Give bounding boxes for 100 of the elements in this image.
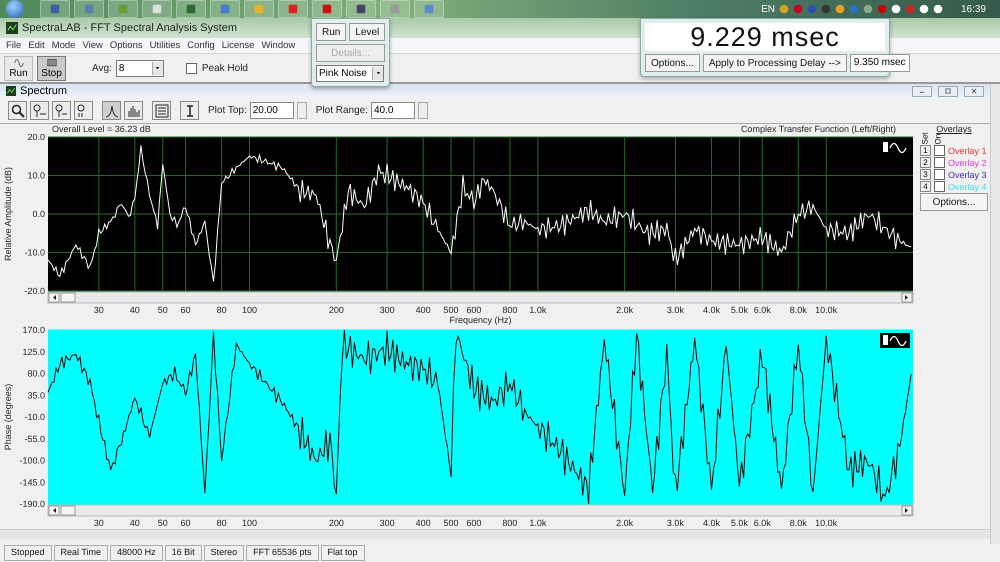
maximize-icon xyxy=(944,88,952,94)
checkbox-label: Peak Hold xyxy=(202,62,248,74)
app-icon xyxy=(6,22,18,34)
signal-dropdown[interactable]: Pink Noise xyxy=(316,65,384,82)
close-button[interactable] xyxy=(964,86,984,96)
tick-label: 40 xyxy=(130,518,140,528)
menu-item[interactable]: Mode xyxy=(52,40,76,51)
tick-label: 400 xyxy=(416,305,431,315)
caret-icon xyxy=(154,66,162,70)
taskbar-button[interactable] xyxy=(40,0,70,18)
app-icon xyxy=(50,4,60,14)
options-button[interactable]: Options... xyxy=(920,193,988,211)
tick-label: -10.0 xyxy=(24,248,45,258)
tray-icon xyxy=(806,4,817,14)
tray-icon xyxy=(932,4,943,14)
language-indicator[interactable]: EN xyxy=(761,4,775,14)
zoom-in-button[interactable] xyxy=(30,101,49,120)
status-cell: Stereo xyxy=(204,545,244,561)
menu-item[interactable]: Utilities xyxy=(150,40,180,51)
tray-icon xyxy=(820,4,831,14)
tray-icon xyxy=(918,4,929,14)
axis-label: Phase (degrees) xyxy=(3,384,13,450)
zoom-out-icon xyxy=(54,104,68,118)
checkbox[interactable] xyxy=(934,145,945,156)
checkbox[interactable] xyxy=(934,157,945,168)
checkbox[interactable] xyxy=(934,169,945,180)
apply-button[interactable]: Apply to Processing Delay --> xyxy=(702,54,847,72)
tick-label: 2.0k xyxy=(616,305,634,315)
mode-button[interactable]: Run xyxy=(4,56,33,80)
scroll-bar[interactable] xyxy=(48,292,914,304)
zoom-out-button[interactable] xyxy=(52,101,71,120)
menu-item[interactable]: Options xyxy=(110,40,143,51)
scroll-bar[interactable] xyxy=(990,84,1000,544)
tick-label: 80 xyxy=(216,518,227,528)
clock[interactable]: 16:39 xyxy=(960,4,986,14)
bar-mode-button[interactable] xyxy=(124,101,143,120)
status-cell: FFT 65536 pts xyxy=(246,545,318,561)
window-title: SpectraLAB - FFT Spectral Analysis System xyxy=(22,22,237,34)
taskbar-button[interactable] xyxy=(210,0,240,18)
status-cell: Real Time xyxy=(54,545,108,561)
menu-item[interactable]: View xyxy=(82,40,103,51)
mode-button[interactable]: Stop xyxy=(37,56,66,80)
zoom-button[interactable] xyxy=(8,101,27,120)
app-icon xyxy=(152,4,162,14)
menu-item[interactable]: Window xyxy=(261,40,296,51)
popup-button[interactable]: Run xyxy=(316,23,346,41)
taskbar-button[interactable] xyxy=(346,0,376,18)
menu-item[interactable]: License xyxy=(222,40,254,51)
zoom-in-icon xyxy=(32,104,46,118)
tray-icon xyxy=(862,4,873,14)
tick-label: 20.0 xyxy=(27,134,45,142)
tick-label: 10.0k xyxy=(815,518,838,528)
taskbar-button[interactable] xyxy=(176,0,206,18)
spin-buttons[interactable] xyxy=(418,102,428,119)
menu-item[interactable]: File xyxy=(6,40,22,51)
checkbox[interactable] xyxy=(186,62,197,74)
tick-label: 100 xyxy=(242,518,258,528)
window-title: Spectrum xyxy=(20,85,68,97)
close-icon xyxy=(970,88,978,94)
set-button[interactable]: 2 xyxy=(920,157,931,168)
set-button[interactable]: 4 xyxy=(920,181,931,192)
popup-button[interactable]: Level xyxy=(349,23,386,41)
tick-label: 200 xyxy=(328,305,344,315)
checkbox[interactable] xyxy=(934,181,945,192)
tick-label: -145.0 xyxy=(19,477,45,488)
menu-item[interactable]: Edit xyxy=(28,40,45,51)
app-icon xyxy=(6,86,16,96)
line-mode-button[interactable] xyxy=(102,101,121,120)
scroll-bar[interactable] xyxy=(0,529,990,539)
overlay-label: Overlay 4 xyxy=(948,182,987,192)
maximize-button[interactable] xyxy=(938,86,958,96)
avg-dropdown[interactable]: 8 xyxy=(116,60,164,76)
plot-range-field[interactable]: 40.0 xyxy=(371,102,415,119)
table-button[interactable] xyxy=(152,101,171,120)
plot-top-label: Plot Top: xyxy=(208,105,247,116)
zoom-full-button[interactable] xyxy=(74,101,93,120)
tray-icon xyxy=(848,4,859,14)
tray-icon xyxy=(904,4,915,14)
delay-field[interactable]: 9.350 msec xyxy=(850,54,910,72)
tick-label: 400 xyxy=(416,518,431,528)
tick-label: 8.0k xyxy=(790,305,807,315)
app-icon xyxy=(186,4,196,14)
start-button[interactable] xyxy=(6,0,24,18)
scroll-bar[interactable] xyxy=(48,504,914,516)
plot-top-field[interactable]: 20.00 xyxy=(250,102,294,119)
status-cell: Flat top xyxy=(320,545,365,561)
tick-label: 600 xyxy=(466,518,482,528)
options-button[interactable]: Options... xyxy=(645,54,700,72)
set-button[interactable]: 1 xyxy=(920,145,931,156)
tick-label: -55.0 xyxy=(24,434,45,444)
minimize-button[interactable] xyxy=(912,86,932,96)
set-button[interactable]: 3 xyxy=(920,169,931,180)
taskbar-button[interactable] xyxy=(312,0,342,18)
menu-item[interactable]: Config xyxy=(187,40,215,51)
cursor-button[interactable] xyxy=(180,101,199,120)
spin-buttons[interactable] xyxy=(296,102,307,119)
tick-label: 500 xyxy=(444,518,459,528)
taskbar-button[interactable] xyxy=(278,0,308,18)
tick-label: 60 xyxy=(180,518,191,528)
tick-label: 50 xyxy=(158,305,168,315)
